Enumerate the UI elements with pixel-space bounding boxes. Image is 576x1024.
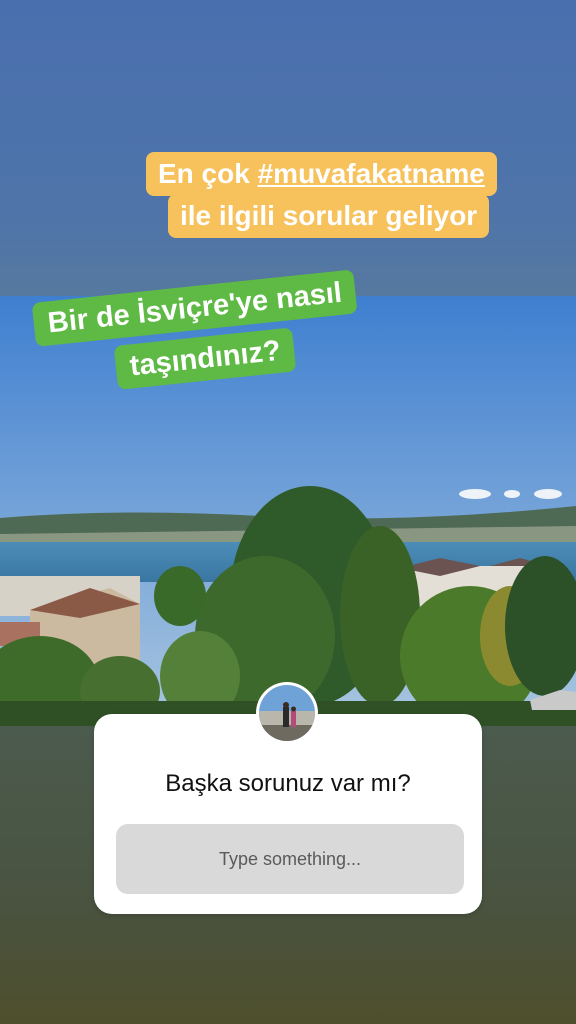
hashtag-link[interactable]: #muvafakatname <box>258 158 485 189</box>
avatar-photo <box>259 685 315 741</box>
avatar <box>256 682 318 744</box>
yellow-sticker-line-2: ile ilgili sorular geliyor <box>168 194 490 238</box>
answer-input[interactable] <box>116 824 464 894</box>
lake-landscape-photo <box>0 296 576 726</box>
question-text: Başka sorunuz var mı? <box>165 770 411 797</box>
top-gradient-background <box>0 0 576 296</box>
yellow-sticker-line-1: En çok #muvafakatname <box>146 152 497 196</box>
yellow-sticker-prefix: En çok <box>158 158 258 189</box>
